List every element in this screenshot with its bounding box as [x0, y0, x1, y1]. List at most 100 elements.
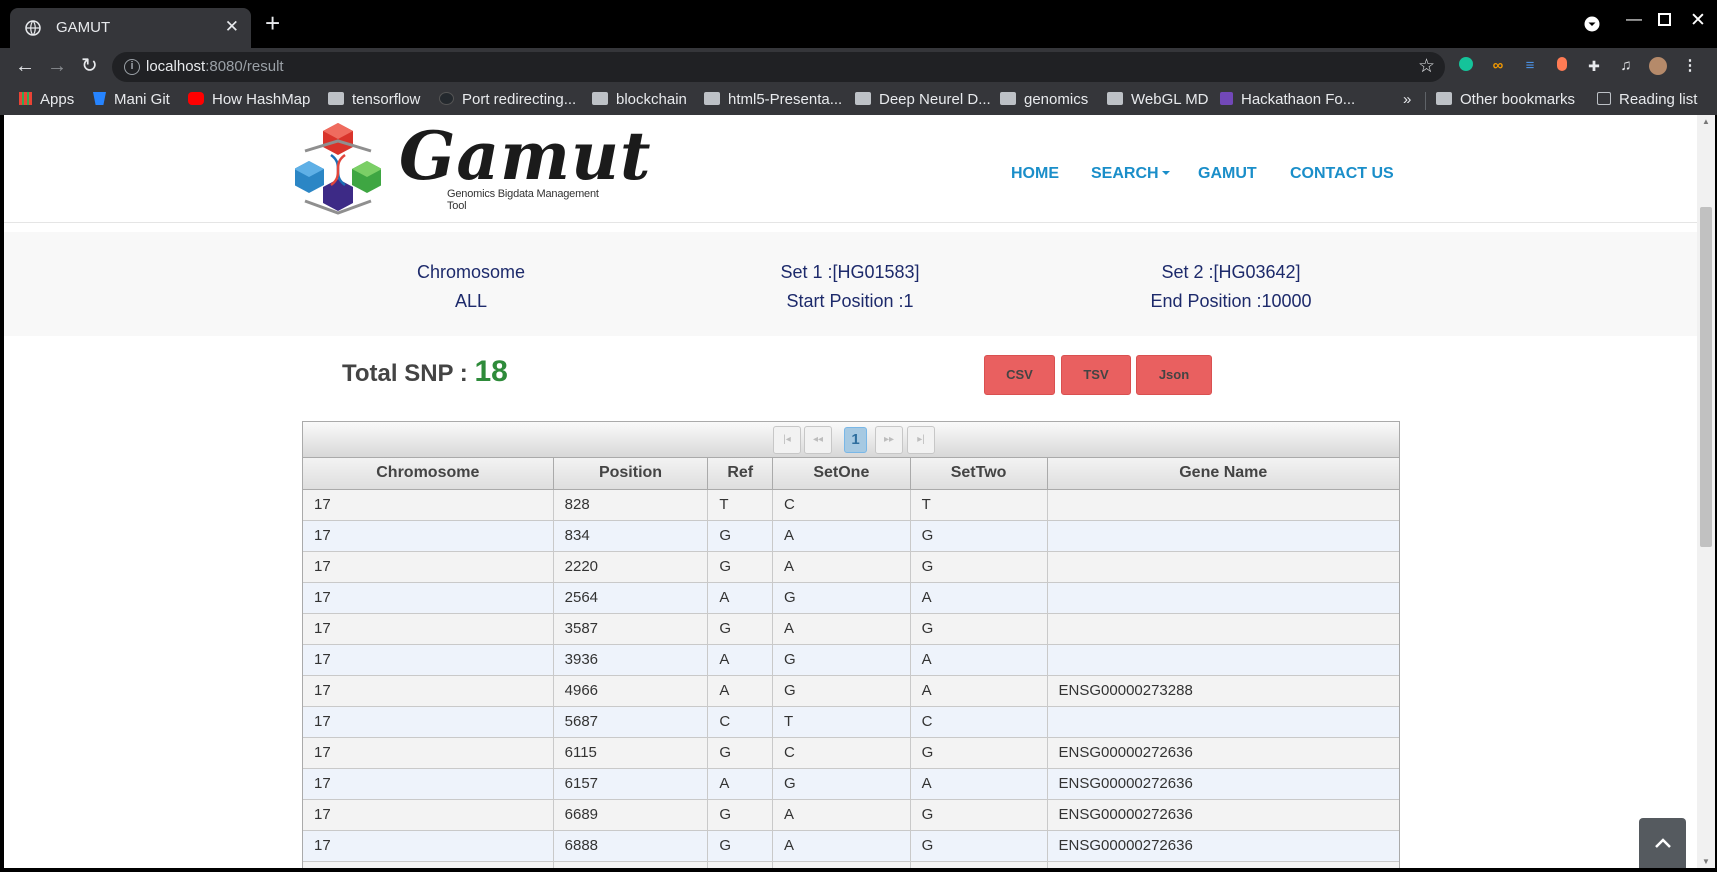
cell-position: 4966: [552, 674, 709, 707]
bookmark-genomics[interactable]: genomics: [1000, 91, 1088, 108]
gamut-logo[interactable]: Gamut Genomics Bigdata Management Tool: [295, 117, 650, 217]
maximize-icon[interactable]: [1658, 13, 1671, 26]
bookmark-port-redirecting[interactable]: Port redirecting...: [439, 91, 576, 108]
close-tab-icon[interactable]: ✕: [225, 17, 239, 37]
cell-chromosome: 17: [303, 705, 554, 738]
infinity-extension-icon[interactable]: ∞: [1489, 57, 1507, 75]
table-row[interactable]: 17 5687 C T C: [303, 705, 1399, 738]
tab-search-icon[interactable]: [1584, 16, 1600, 32]
table-row[interactable]: 17 2564 A G A: [303, 581, 1399, 614]
new-tab-button[interactable]: +: [265, 10, 280, 36]
gift-extension-icon[interactable]: [1553, 57, 1571, 75]
bookmark-apps[interactable]: Apps: [19, 91, 74, 108]
cell-ref: T: [707, 488, 774, 521]
cell-gene-name: ENSG00000272636: [1046, 736, 1399, 769]
column-header-gene-name[interactable]: Gene Name: [1046, 458, 1399, 490]
column-header-setone[interactable]: SetOne: [772, 458, 911, 490]
download-csv-button[interactable]: CSV: [984, 355, 1055, 395]
table-row[interactable]: 17 3936 A G A: [303, 643, 1399, 676]
chrome-menu-icon[interactable]: ⋮: [1681, 57, 1699, 75]
chevron-up-icon: [1654, 838, 1671, 848]
cell-settwo: T: [909, 488, 1048, 521]
bookmark-mani-git[interactable]: Mani Git: [93, 91, 170, 108]
cell-settwo: G: [909, 550, 1048, 583]
browser-tab[interactable]: GAMUT ✕: [10, 8, 251, 48]
cell-gene-name: [1046, 643, 1399, 676]
total-snp-label: Total SNP :: [342, 360, 468, 387]
nav-search[interactable]: SEARCH: [1091, 165, 1170, 183]
bookmark-how-hashmap[interactable]: How HashMap: [188, 91, 310, 108]
nav-gamut[interactable]: GAMUT: [1198, 165, 1257, 183]
cell-gene-name: [1046, 488, 1399, 521]
cell-settwo: A: [909, 643, 1048, 676]
page-number-current[interactable]: 1: [844, 427, 867, 453]
reading-list[interactable]: Reading list: [1597, 91, 1697, 108]
query-summary: Chromosome ALL Set 1 :[HG01583] Start Po…: [4, 232, 1701, 336]
table-row[interactable]: 17 6888 G A G ENSG00000272636: [303, 829, 1399, 862]
bookmark-star-icon[interactable]: ☆: [1418, 55, 1435, 78]
bookmark-blockchain[interactable]: blockchain: [592, 91, 687, 108]
reload-icon[interactable]: ↻: [81, 55, 98, 77]
set-one-sample: Set 1 :[HG01583]: [780, 262, 920, 282]
table-row[interactable]: 17 6689 G A G ENSG00000272636: [303, 798, 1399, 831]
cell-ref: G: [707, 829, 774, 862]
next-page-icon[interactable]: ▸▸: [875, 426, 903, 454]
bookmark-hackathaon[interactable]: Hackathaon Fo...: [1220, 91, 1355, 108]
bookmark-deep-neurel[interactable]: Deep Neurel D...: [855, 91, 991, 108]
close-window-icon[interactable]: ✕: [1690, 9, 1706, 32]
cell-chromosome: 17: [303, 581, 554, 614]
bookmark-tensorflow[interactable]: tensorflow: [328, 91, 420, 108]
cell-chromosome: 17: [303, 829, 554, 862]
profile-avatar[interactable]: [1649, 57, 1667, 75]
bookmark-other[interactable]: Other bookmarks: [1436, 91, 1575, 108]
extensions-puzzle-icon[interactable]: ✚: [1585, 57, 1603, 75]
forward-icon[interactable]: →: [47, 55, 67, 77]
table-row[interactable]: 17 6115 G C G ENSG00000272636: [303, 736, 1399, 769]
minimize-icon[interactable]: —: [1626, 11, 1642, 29]
table-row[interactable]: 17 3587 G A G: [303, 612, 1399, 645]
nav-home[interactable]: HOME: [1011, 165, 1059, 183]
nav-contact-us[interactable]: CONTACT US: [1290, 165, 1394, 183]
last-page-icon[interactable]: ▸|: [907, 426, 935, 454]
table-row[interactable]: 17 4966 A G A ENSG00000273288: [303, 674, 1399, 707]
tab-title: GAMUT: [56, 19, 111, 36]
column-header-chromosome[interactable]: Chromosome: [303, 458, 554, 490]
media-control-icon[interactable]: ♫: [1617, 57, 1635, 75]
table-row[interactable]: 17 6157 A G A ENSG00000272636: [303, 767, 1399, 800]
table-row[interactable]: 17 834 G A G: [303, 519, 1399, 552]
apps-grid-icon: [19, 92, 32, 105]
cell-position: 6115: [552, 736, 709, 769]
cell-setone: T: [772, 705, 911, 738]
logo-tagline: Genomics Bigdata Management Tool: [447, 188, 599, 212]
column-header-ref[interactable]: Ref: [707, 458, 774, 490]
download-json-button[interactable]: Json: [1136, 355, 1212, 395]
table-row[interactable]: 17 2220 G A G: [303, 550, 1399, 583]
more-bookmarks-chevron[interactable]: »: [1403, 91, 1411, 108]
reading-list-icon: [1597, 92, 1611, 105]
page-scrollbar[interactable]: ▲ ▼: [1697, 115, 1715, 868]
site-info-icon[interactable]: i: [124, 59, 140, 75]
first-page-icon[interactable]: |◂: [773, 426, 801, 454]
column-header-settwo[interactable]: SetTwo: [909, 458, 1048, 490]
scroll-up-arrow-icon[interactable]: ▲: [1702, 117, 1710, 126]
bookmark-html5-presenta[interactable]: html5-Presenta...: [704, 91, 842, 108]
download-tsv-button[interactable]: TSV: [1061, 355, 1131, 395]
address-bar[interactable]: i localhost:8080/result ☆: [112, 52, 1445, 82]
column-header-position[interactable]: Position: [552, 458, 709, 490]
scroll-down-arrow-icon[interactable]: ▼: [1702, 857, 1710, 866]
grammarly-extension-icon[interactable]: [1457, 57, 1475, 75]
previous-page-icon[interactable]: ◂◂: [804, 426, 832, 454]
back-icon[interactable]: ←: [15, 55, 35, 77]
table-row[interactable]: [303, 860, 1399, 868]
cell-settwo: C: [909, 705, 1048, 738]
colors-extension-icon[interactable]: ≡: [1521, 57, 1539, 75]
cell-gene-name: [1046, 705, 1399, 738]
github-icon: [439, 92, 454, 105]
total-snp: Total SNP : 18: [342, 355, 508, 389]
table-row[interactable]: 17 828 T C T: [303, 488, 1399, 521]
back-to-top-button[interactable]: [1639, 818, 1686, 868]
scrollbar-thumb[interactable]: [1700, 207, 1712, 547]
bookmark-webgl-md[interactable]: WebGL MD: [1107, 91, 1209, 108]
folder-icon: [1000, 92, 1016, 105]
cell-setone: A: [772, 798, 911, 831]
